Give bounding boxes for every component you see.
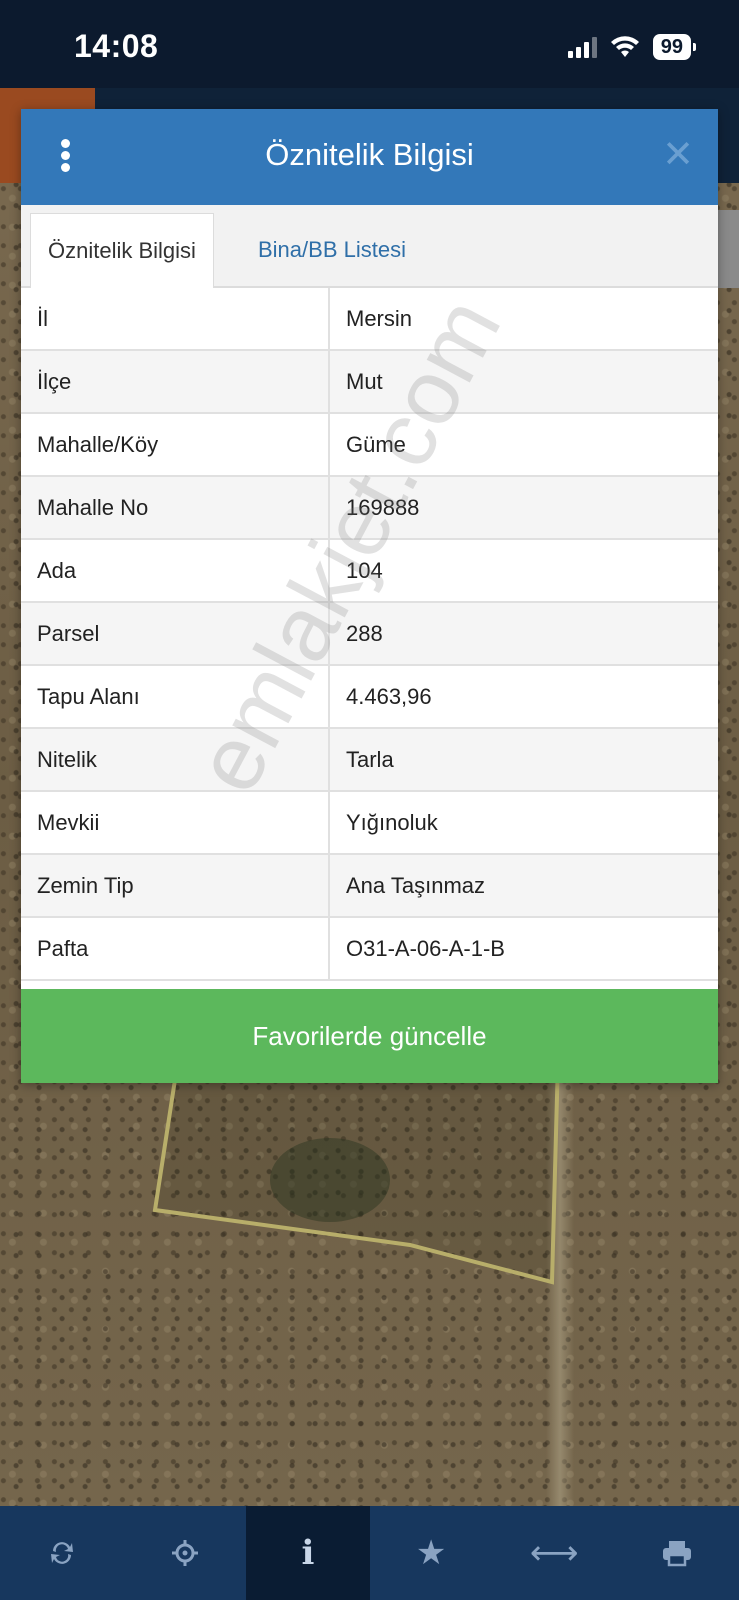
attribute-key: İlçe <box>21 350 330 414</box>
table-row: Pafta O31-A-06-A-1-B <box>21 917 718 981</box>
map-scroll-handle[interactable] <box>717 210 739 288</box>
status-icons: 99 <box>567 34 697 60</box>
battery-indicator: 99 <box>652 34 697 60</box>
table-row: İlçe Mut <box>21 350 718 414</box>
status-time: 14:08 <box>74 28 159 64</box>
attribute-key: Nitelik <box>21 728 330 792</box>
attribute-key: Mahalle No <box>21 476 330 540</box>
tab-building-list[interactable]: Bina/BB Listesi <box>241 213 423 286</box>
locate-icon[interactable] <box>123 1506 246 1600</box>
attribute-key: Ada <box>21 539 330 603</box>
attribute-key: Zemin Tip <box>21 854 330 918</box>
attribute-value: Mersin <box>329 288 718 351</box>
attribute-key: Pafta <box>21 917 330 981</box>
update-favorites-button[interactable]: Favorilerde güncelle <box>21 989 718 1083</box>
attribute-value: 288 <box>329 602 718 666</box>
tab-bar: Öznitelik Bilgisi Bina/BB Listesi <box>21 205 718 288</box>
attribute-value: 4.463,96 <box>329 665 718 729</box>
table-row: Mevkii Yığınoluk <box>21 791 718 855</box>
attribute-value: Tarla <box>329 728 718 792</box>
attribute-key: Parsel <box>21 602 330 666</box>
table-row: İl Mersin <box>21 288 718 351</box>
refresh-icon[interactable] <box>0 1506 123 1600</box>
table-row: Nitelik Tarla <box>21 728 718 792</box>
star-icon[interactable]: ★ <box>370 1506 493 1600</box>
attribute-value: 104 <box>329 539 718 603</box>
attribute-dialog: Öznitelik Bilgisi ✕ Öznitelik Bilgisi Bi… <box>21 109 718 1083</box>
attribute-value: O31-A-06-A-1-B <box>329 917 718 981</box>
bottom-toolbar: i ★ ⟷ <box>0 1506 739 1600</box>
attribute-key: Mevkii <box>21 791 330 855</box>
attribute-value: Mut <box>329 350 718 414</box>
print-icon[interactable] <box>616 1506 739 1600</box>
attribute-table: İl Mersin İlçe Mut Mahalle/Köy Güme Mahalle No… <box>21 288 718 981</box>
dialog-header: Öznitelik Bilgisi ✕ <box>21 109 718 205</box>
attribute-value: Yığınoluk <box>329 791 718 855</box>
attribute-key: Mahalle/Köy <box>21 413 330 477</box>
status-bar: 14:08 99 <box>0 0 739 88</box>
table-row: Ada 104 <box>21 539 718 603</box>
table-row: Mahalle/Köy Güme <box>21 413 718 477</box>
tab-attributes[interactable]: Öznitelik Bilgisi <box>30 213 214 288</box>
info-icon[interactable]: i <box>246 1506 370 1600</box>
attribute-key: Tapu Alanı <box>21 665 330 729</box>
attribute-value: Ana Taşınmaz <box>329 854 718 918</box>
table-row: Parsel 288 <box>21 602 718 666</box>
table-row: Tapu Alanı 4.463,96 <box>21 665 718 729</box>
attribute-value: 169888 <box>329 476 718 540</box>
attribute-key: İl <box>21 288 330 351</box>
close-icon[interactable]: ✕ <box>662 135 694 175</box>
attribute-value: Güme <box>329 413 718 477</box>
parcel-boundary[interactable] <box>0 1060 739 1506</box>
wifi-icon <box>610 36 639 57</box>
measure-icon[interactable]: ⟷ <box>493 1506 616 1600</box>
dialog-title: Öznitelik Bilgisi <box>265 137 474 172</box>
cellular-signal-icon <box>567 36 597 58</box>
table-row: Mahalle No 169888 <box>21 476 718 540</box>
table-row: Zemin Tip Ana Taşınmaz <box>21 854 718 918</box>
